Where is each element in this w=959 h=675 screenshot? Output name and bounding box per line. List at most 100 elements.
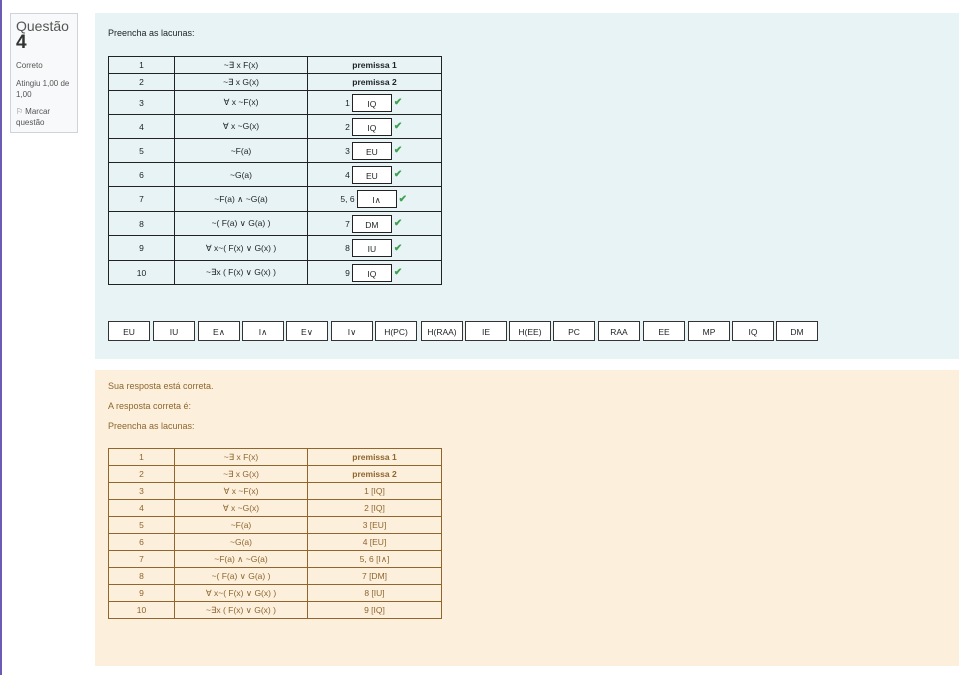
choice-chip[interactable]: EU [108,321,150,341]
proof-table: 1 ~∃ x F(x) premissa 1 2 ~∃ x G(x) premissa 2… [108,56,442,285]
question-info: Questão 4 Correto Atingiu 1,00 de 1,00 ⚐… [10,13,78,133]
answer-justification: 2 [IQ] [307,499,442,517]
choice-chip[interactable]: I∧ [242,321,284,341]
line-reference: 2 [345,121,350,132]
answer-row: 4 ∀ x ~G(x) 2 [IQ] [108,499,442,517]
drop-zone[interactable]: EU [351,141,392,160]
choice-chip[interactable]: DM [776,321,818,341]
choice-chip[interactable]: H(PC) [375,321,417,341]
proof-row: 9 ∀ x~( F(x) ∨ G(x) ) 8 IU ✔ [108,235,442,261]
feedback-prompt: Preencha as lacunas: [108,421,195,431]
justification-cell: 8 IU ✔ [307,235,442,261]
answer-formula: ∀ x~( F(x) ∨ G(x) ) [174,584,308,602]
proof-row: 7 ~F(a) ∧ ~G(a) 5, 6 I∧ ✔ [108,186,442,212]
formula-cell: ~F(a) [174,138,308,163]
drop-zone[interactable]: IU [351,239,392,257]
proof-row: 4 ∀ x ~G(x) 2 IQ ✔ [108,114,442,139]
answer-formula: ~G(a) [174,533,308,551]
answer-justification: 7 [DM] [307,567,442,585]
answer-justification: 3 [EU] [307,516,442,534]
proof-row: 3 ∀ x ~F(x) 1 IQ ✔ [108,90,442,115]
choice-chip[interactable]: PC [553,321,595,341]
choice-chip[interactable]: H(EE) [509,321,551,341]
answer-formula: ~∃ x F(x) [174,448,308,466]
question-state: Correto [16,61,43,70]
proof-row: 8 ~( F(a) ∨ G(a) ) 7 DM ✔ [108,211,442,236]
answer-table: 1 ~∃ x F(x) premissa 1 2 ~∃ x G(x) premissa 2… [108,448,442,619]
check-icon: ✔ [393,218,403,229]
line-reference: 3 [345,145,350,156]
flag-icon: ⚐ [16,107,24,116]
flag-question-link[interactable]: ⚐ Marcar questão [16,106,72,128]
formula-cell: ~( F(a) ∨ G(a) ) [174,211,308,236]
answer-line-number: 5 [108,516,175,534]
drop-zone[interactable]: IQ [351,117,392,136]
line-reference: 4 [345,169,350,180]
answer-row: 8 ~( F(a) ∨ G(a) ) 7 [DM] [108,567,442,585]
question-prompt: Preencha as lacunas: [108,28,195,38]
answer-line-number: 9 [108,584,175,602]
justification-cell: 7 DM ✔ [307,211,442,236]
check-icon: ✔ [393,145,403,156]
proof-row: 10 ~∃x ( F(x) ∨ G(x) ) 9 IQ ✔ [108,260,442,285]
question-grade: Atingiu 1,00 de 1,00 [16,79,70,99]
drop-zone[interactable]: I∧ [356,190,397,208]
line-reference: 1 [345,97,350,108]
choice-chip[interactable]: IQ [732,321,774,341]
correct-answer-label: A resposta correta é: [108,401,192,411]
line-number: 3 [108,90,175,115]
answer-line-number: 3 [108,482,175,500]
drop-zone[interactable]: IQ [351,263,392,282]
drop-zone[interactable]: IQ [351,93,392,112]
formula-cell: ∀ x~( F(x) ∨ G(x) ) [174,235,308,261]
choice-chip[interactable]: IE [465,321,507,341]
answer-line-number: 6 [108,533,175,551]
answer-formula: ~∃ x G(x) [174,465,308,483]
answer-formula: ∀ x ~G(x) [174,499,308,517]
answer-justification: 4 [EU] [307,533,442,551]
premise-label: premissa 2 [352,77,397,87]
answer-line-number: 10 [108,601,175,619]
drop-zone[interactable]: EU [351,165,392,184]
proof-row: 1 ~∃ x F(x) premissa 1 [108,56,442,74]
line-number: 5 [108,138,175,163]
choice-chip[interactable]: E∧ [198,321,240,341]
answer-formula: ~F(a) ∧ ~G(a) [174,550,308,568]
choice-chip[interactable]: MP [688,321,730,341]
justification-cell: premissa 1 [307,56,442,74]
question-formulation: Preencha as lacunas: 1 ~∃ x F(x) premissa … [95,13,959,359]
line-reference: 8 [345,243,350,253]
answer-line-number: 2 [108,465,175,483]
line-number: 4 [108,114,175,139]
justification-cell: 1 IQ ✔ [307,90,442,115]
answer-row: 5 ~F(a) 3 [EU] [108,516,442,534]
check-icon: ✔ [393,97,403,108]
answer-formula: ~F(a) [174,516,308,534]
justification-cell: 5, 6 I∧ ✔ [307,186,442,212]
drop-zone[interactable]: DM [351,214,392,233]
choice-chip[interactable]: E∨ [286,321,328,341]
answer-line-number: 1 [108,448,175,466]
justification-cell: premissa 2 [307,73,442,91]
choice-chip[interactable]: RAA [598,321,640,341]
answer-row: 7 ~F(a) ∧ ~G(a) 5, 6 [I∧] [108,550,442,568]
feedback-status: Sua resposta está correta. [108,381,214,391]
line-number: 6 [108,162,175,187]
answer-row: 9 ∀ x~( F(x) ∨ G(x) ) 8 [IU] [108,584,442,602]
justification-cell: 9 IQ ✔ [307,260,442,285]
choice-chip[interactable]: H(RAA) [421,321,463,341]
feedback-panel: Sua resposta está correta. A resposta co… [95,370,959,666]
proof-row: 6 ~G(a) 4 EU ✔ [108,162,442,187]
line-number: 8 [108,211,175,236]
choice-chip[interactable]: I∨ [331,321,373,341]
formula-cell: ~∃ x G(x) [174,73,308,91]
line-number: 10 [108,260,175,285]
choice-chip[interactable]: EE [643,321,685,341]
line-number: 9 [108,235,175,261]
answer-line-number: 4 [108,499,175,517]
answer-row: 6 ~G(a) 4 [EU] [108,533,442,551]
answer-justification: 9 [IQ] [307,601,442,619]
choice-chip[interactable]: IU [153,321,195,341]
answer-row: 2 ~∃ x G(x) premissa 2 [108,465,442,483]
formula-cell: ~F(a) ∧ ~G(a) [174,186,308,212]
